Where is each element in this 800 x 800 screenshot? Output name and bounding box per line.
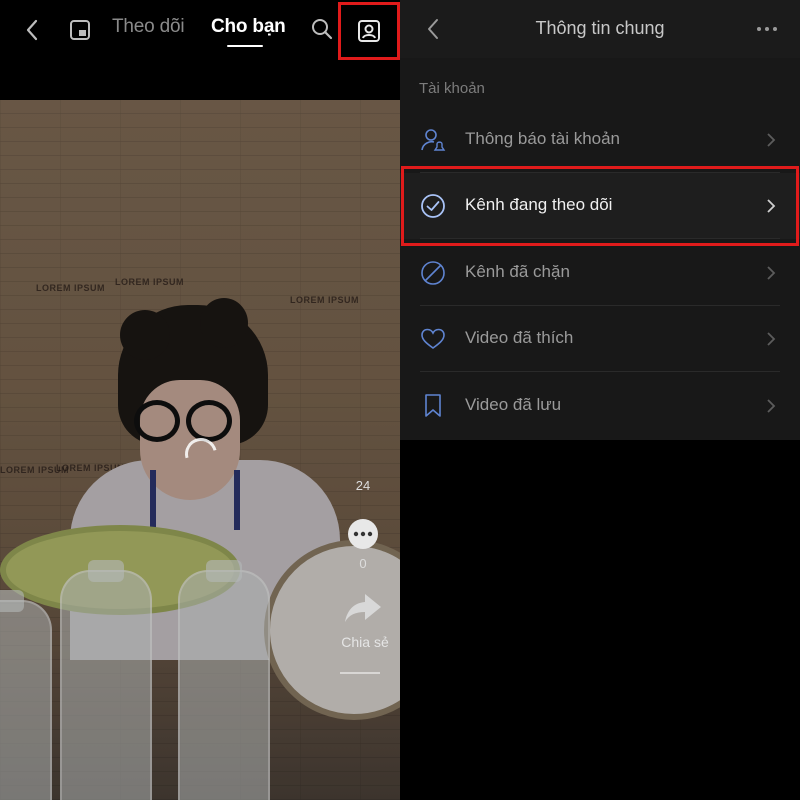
chevron-right-icon <box>764 263 778 283</box>
more-options-button[interactable] <box>752 14 782 44</box>
comment-button[interactable] <box>345 516 381 552</box>
back-icon <box>26 19 38 41</box>
share-label: Chia sẻ <box>341 634 389 650</box>
active-tab-indicator <box>227 45 263 47</box>
tab-for-you[interactable]: Cho bạn <box>211 16 286 38</box>
feed-top-bar: Theo dõi Cho bạn <box>0 0 400 60</box>
chevron-right-icon <box>764 329 778 349</box>
wheel-number: 24 <box>355 478 371 493</box>
menu-item-label: Video đã thích <box>465 328 574 347</box>
search-button[interactable] <box>308 15 336 43</box>
profile-button[interactable] <box>338 2 400 60</box>
video-player[interactable]: LOREM IPSUM LOREM IPSUM LOREM IPSUM LORE… <box>0 100 400 800</box>
divider <box>420 371 780 372</box>
more-icon <box>757 27 777 31</box>
bookmark-icon <box>420 393 446 419</box>
video-feed-panel: Theo dõi Cho bạn LOREM IPSUM LOREM IPSUM… <box>0 0 400 800</box>
account-notification-icon <box>420 127 446 153</box>
pip-icon <box>70 20 90 40</box>
search-icon <box>312 19 333 40</box>
section-label: Tài khoản <box>419 80 485 97</box>
menu-item-label: Video đã lưu <box>465 395 562 414</box>
profile-icon <box>358 20 380 42</box>
chevron-right-icon <box>764 396 778 416</box>
highlight-box <box>401 166 799 246</box>
menu-item-label: Kênh đã chặn <box>465 262 570 281</box>
menu-item-blocked-channels[interactable]: Kênh đã chặn <box>400 240 800 306</box>
chevron-right-icon <box>764 130 778 150</box>
page-title: Thông tin chung <box>535 18 665 38</box>
share-icon <box>345 594 381 622</box>
share-button[interactable] <box>340 590 386 626</box>
menu-item-saved-videos[interactable]: Video đã lưu <box>400 373 800 439</box>
menu-item-liked-videos[interactable]: Video đã thích <box>400 306 800 372</box>
blocked-icon <box>420 260 446 286</box>
comment-icon <box>348 519 378 549</box>
tab-following[interactable]: Theo dõi <box>112 16 185 38</box>
settings-header: Thông tin chung <box>400 0 800 58</box>
pip-button[interactable] <box>66 16 94 44</box>
menu-item-label: Thông báo tài khoản <box>465 129 621 148</box>
settings-panel: Thông tin chung Tài khoản Thông báo tài … <box>400 0 800 800</box>
menu-item-account-notifications[interactable]: Thông báo tài khoản <box>400 107 800 173</box>
back-button[interactable] <box>18 14 46 46</box>
video-progress-bar[interactable] <box>340 672 380 674</box>
heart-icon <box>420 326 446 352</box>
comment-count: 0 <box>359 556 367 571</box>
